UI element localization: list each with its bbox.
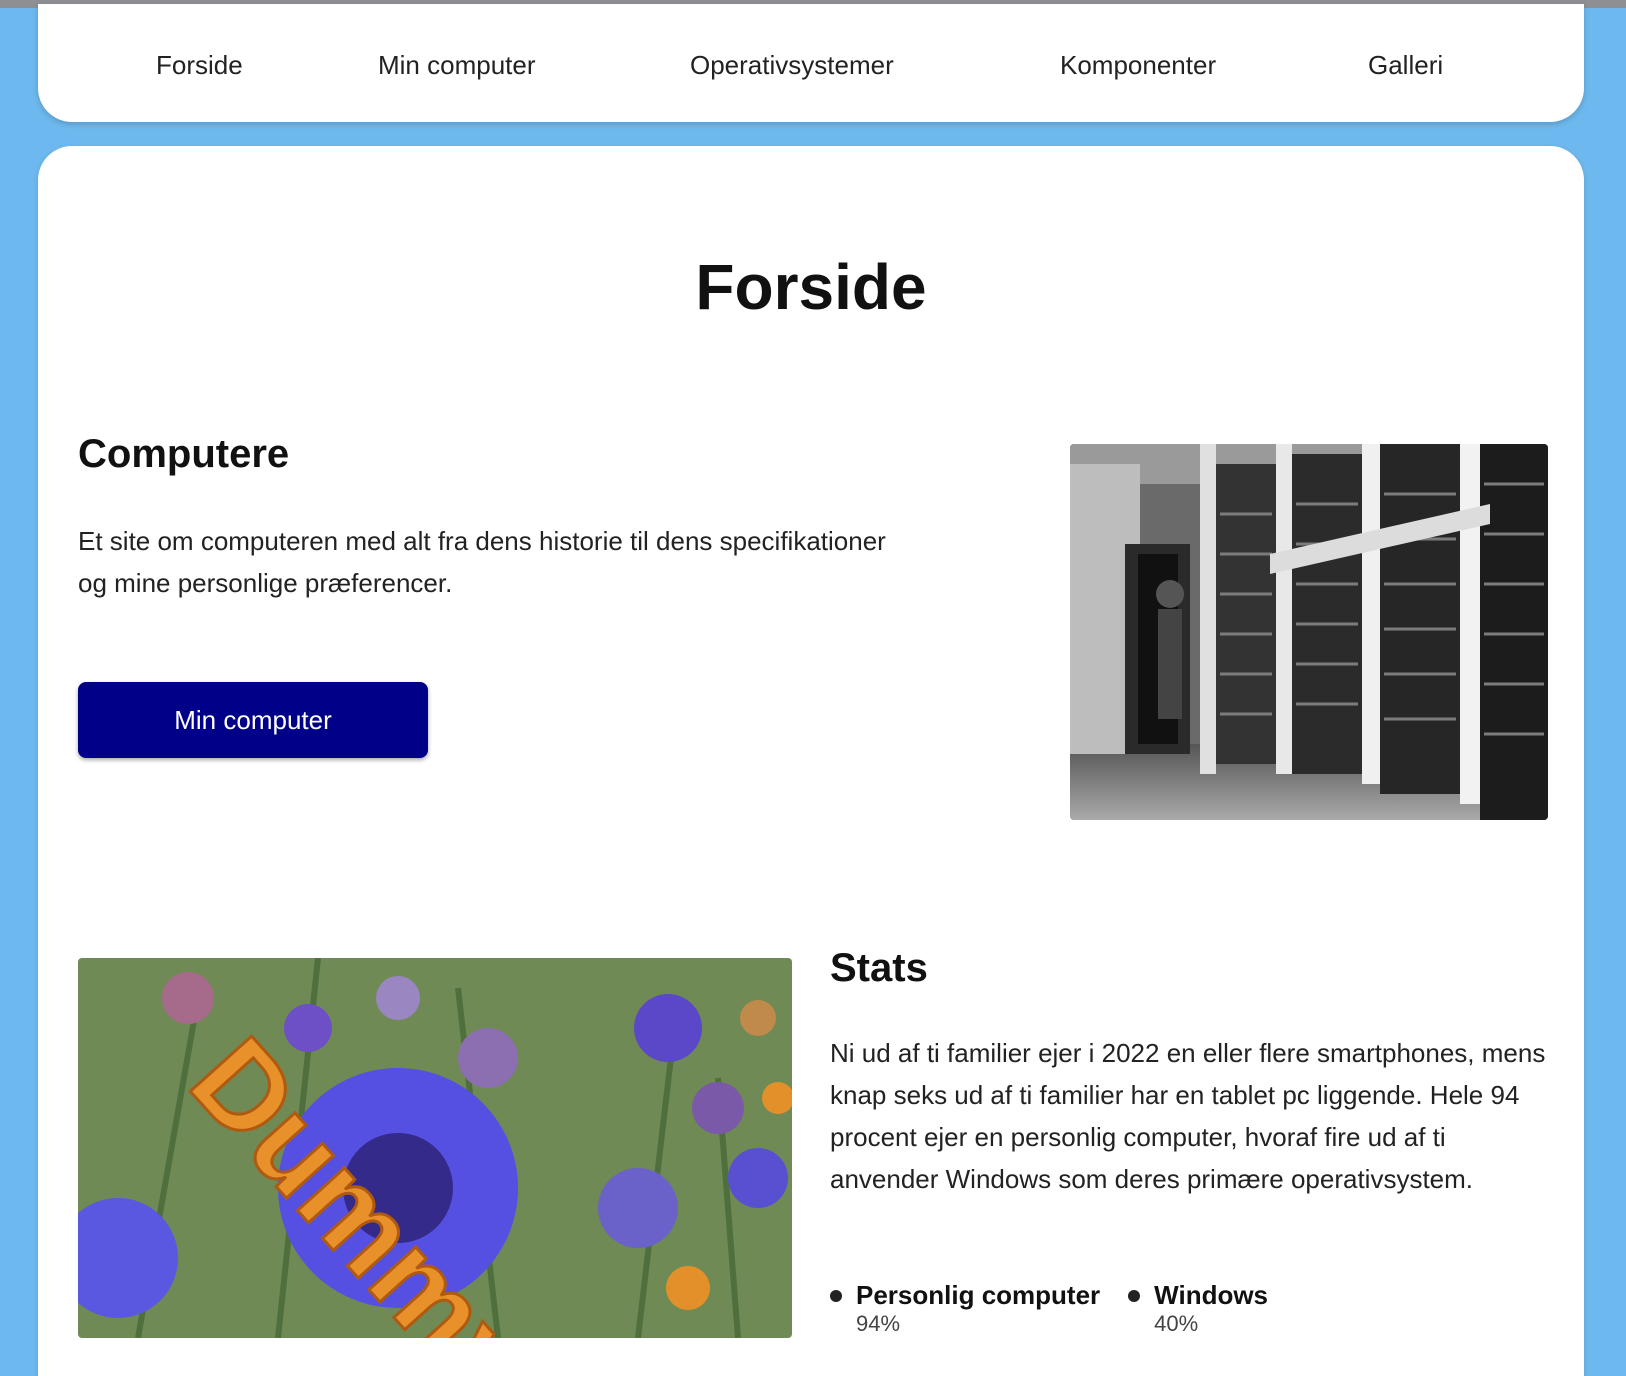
stat-value: 94% (856, 1311, 901, 1336)
list-item: Personlig computer 94% (830, 1280, 1100, 1337)
bullet-icon (830, 1290, 842, 1302)
page-title: Forside (695, 251, 927, 323)
computers-text: Et site om computeren med alt fra dens h… (78, 526, 886, 598)
flower-image: Dummy (78, 958, 792, 1338)
nav-item-komponenter[interactable]: Komponenter (1060, 50, 1216, 81)
nav-item-min-computer[interactable]: Min computer (378, 50, 536, 81)
stats-text: Ni ud af ti familier ejer i 2022 en elle… (830, 1038, 1546, 1194)
stat-label: Windows (1154, 1280, 1269, 1310)
computers-heading: Computere (78, 432, 290, 476)
min-computer-button[interactable]: Min computer (78, 682, 428, 758)
stats-list: Personlig computer 94% Windows 40% (830, 1280, 1268, 1337)
stats-heading: Stats (830, 946, 928, 990)
server-room-image (1070, 444, 1548, 820)
main-nav: Forside Min computer Operativsystemer Ko… (38, 4, 1584, 122)
nav-item-operativsystemer[interactable]: Operativsystemer (690, 50, 894, 81)
nav-item-forside[interactable]: Forside (156, 50, 243, 81)
bullet-icon (1128, 1290, 1141, 1302)
list-item: Windows 40% (1128, 1280, 1268, 1337)
nav-item-galleri[interactable]: Galleri (1368, 50, 1443, 81)
stat-value: 40% (1154, 1311, 1199, 1336)
stat-label: Personlig computer (856, 1280, 1101, 1310)
